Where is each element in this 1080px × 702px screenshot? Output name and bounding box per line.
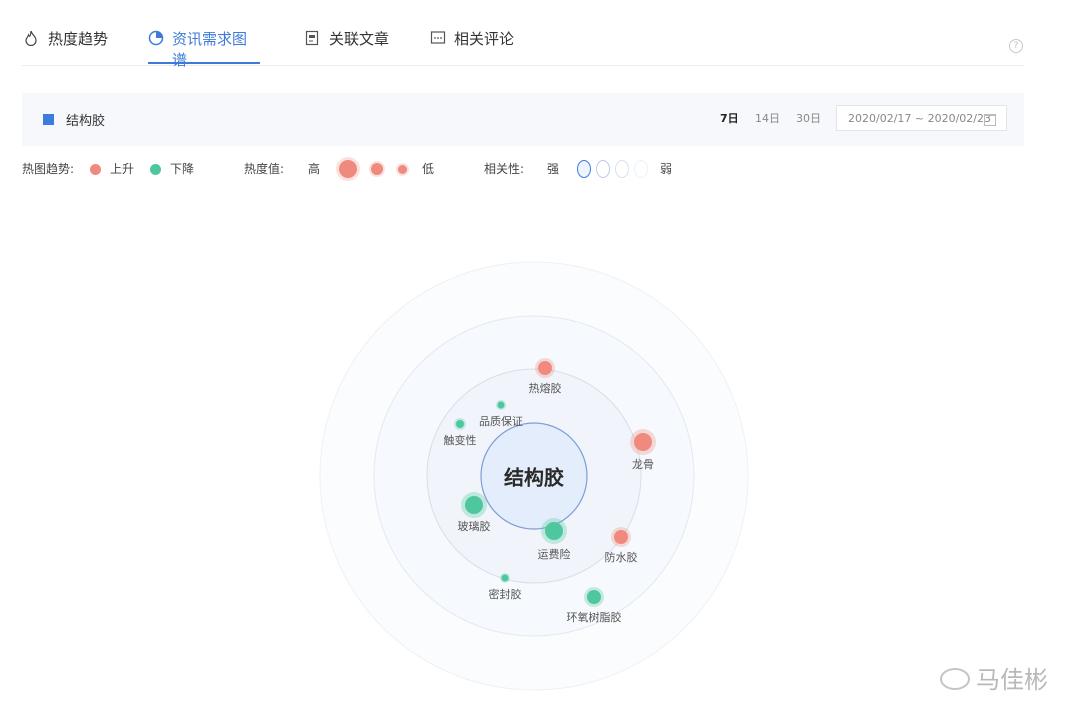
node-keel[interactable] xyxy=(634,433,652,451)
tab-label: 资讯需求图谱 xyxy=(172,30,248,69)
legend-relevance-weak-ring xyxy=(615,160,629,178)
node-sealant[interactable] xyxy=(501,574,509,582)
document-icon xyxy=(305,30,321,46)
tab-heat-trend[interactable]: 热度趋势 xyxy=(24,28,108,64)
legend-heat-label: 热度值: xyxy=(244,162,285,176)
center-node-label: 结构胶 xyxy=(504,465,564,490)
tab-label: 相关评论 xyxy=(454,30,515,48)
tab-label: 热度趋势 xyxy=(48,30,109,48)
legend-down-label: 下降 xyxy=(170,162,195,176)
legend-up-label: 上升 xyxy=(110,162,135,176)
legend-relevance-strong-ring xyxy=(577,160,591,178)
node-shipping-insurance[interactable] xyxy=(545,522,563,540)
tab-bar: 热度趋势 资讯需求图谱 关联文章 相关评论 xyxy=(22,0,1024,69)
legend-high-label: 高 xyxy=(308,162,321,176)
date-range-picker[interactable]: 2020/02/17 ~ 2020/02/23 xyxy=(836,105,1007,131)
legend-strong-label: 强 xyxy=(547,162,560,176)
range-30d-button[interactable]: 30日 xyxy=(796,110,821,126)
node-label: 玻璃胶 xyxy=(457,520,491,533)
node-epoxy[interactable] xyxy=(587,590,601,604)
date-range-text: 2020/02/17 ~ 2020/02/23 xyxy=(848,112,992,125)
comment-icon xyxy=(430,30,446,46)
legend-heat-high-dot xyxy=(339,160,357,178)
node-hot-melt[interactable] xyxy=(538,361,552,375)
tab-related-comments[interactable]: 相关评论 xyxy=(430,28,516,64)
pie-chart-icon xyxy=(148,30,164,46)
node-glass-glue[interactable] xyxy=(465,496,483,514)
filter-bar: 结构胶 7日 14日 30日 2020/02/17 ~ 2020/02/23 xyxy=(22,93,1024,146)
tab-demand-graph[interactable]: 资讯需求图谱 xyxy=(148,28,260,69)
range-7d-button[interactable]: 7日 xyxy=(720,110,739,126)
flame-icon xyxy=(24,30,40,47)
node-label: 运费险 xyxy=(537,548,571,561)
node-label: 热熔胶 xyxy=(528,382,562,395)
node-label: 触变性 xyxy=(443,434,477,447)
node-label: 龙骨 xyxy=(632,458,654,471)
weibo-icon xyxy=(940,668,970,690)
node-label: 防水胶 xyxy=(604,551,638,564)
tab-label: 关联文章 xyxy=(329,30,390,48)
node-waterproof[interactable] xyxy=(614,530,628,544)
legend-heat-low-dot xyxy=(398,165,407,174)
tab-related-articles[interactable]: 关联文章 xyxy=(305,28,391,64)
legend-down-dot xyxy=(150,164,161,175)
legend-up-dot xyxy=(90,164,101,175)
demand-graph: 结构胶 热熔胶 品质保证 触变性 龙骨 玻璃胶 运费险 防水胶 密封胶 环氧树脂… xyxy=(300,250,780,700)
calendar-icon xyxy=(984,114,996,126)
legend-heat-mid-dot xyxy=(371,163,383,175)
node-label: 密封胶 xyxy=(488,588,522,601)
node-label: 环氧树脂胶 xyxy=(566,611,622,624)
keyword-color-marker xyxy=(43,114,54,125)
node-label: 品质保证 xyxy=(479,415,523,428)
node-quality[interactable] xyxy=(497,401,505,409)
keyword-label: 结构胶 xyxy=(66,114,106,129)
legend-low-label: 低 xyxy=(422,162,435,176)
help-icon[interactable]: ? xyxy=(1009,39,1023,53)
watermark: 马佳彬 xyxy=(976,666,1048,694)
legend-relevance-label: 相关性: xyxy=(484,162,525,176)
range-14d-button[interactable]: 14日 xyxy=(755,110,780,126)
legend-relevance-mid-ring xyxy=(596,160,610,178)
legend-relevance-weakest-ring xyxy=(634,160,648,178)
legend-trend-label: 热图趋势: xyxy=(22,162,75,176)
node-thixotropy[interactable] xyxy=(456,420,464,428)
legend: 热图趋势: 上升 下降 热度值: 高 低 相关性: 强 弱 xyxy=(22,158,722,178)
legend-weak-label: 弱 xyxy=(660,162,673,176)
